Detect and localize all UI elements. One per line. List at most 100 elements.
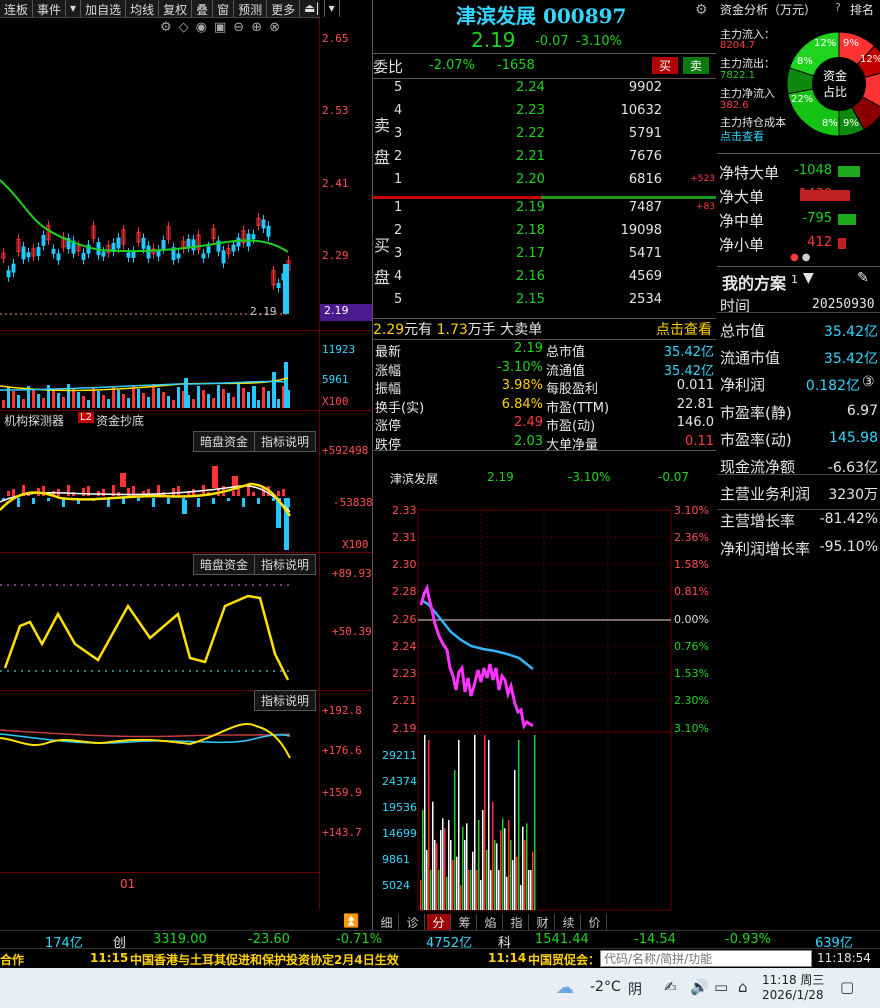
sell-row-0[interactable]: 5 2.24 9902 [390,80,715,103]
toolbar-item-4[interactable]: 均线 [126,0,160,17]
volume-icon[interactable]: 🔊 [690,978,709,996]
taskbar-time[interactable]: 11:18 周三 [762,971,824,988]
volume-bar [212,398,215,408]
plan-label-2: 净利润 [720,376,766,395]
id-vol-bar [444,828,446,910]
buy-label-2: 盘 [374,268,391,287]
indicator-explain-button-1[interactable]: 指标说明 [254,431,317,452]
dark-fund-button-1[interactable]: 暗盘资金 [193,431,256,452]
stat-right-value-4: 146.0 [676,415,714,430]
sell-level: 1 [394,172,403,187]
buy-row-1[interactable]: 2 2.18 19098 [390,223,715,246]
weather-temp[interactable]: -2°C [590,979,621,995]
sell-row-4[interactable]: 1 2.20 6816 +523 [390,172,715,195]
id-vol-bar [478,820,480,910]
gear-icon[interactable]: ⚙ [695,2,708,18]
net-flow-bar-3 [838,238,846,249]
volume-bar [117,390,120,408]
toolbar-item-6[interactable]: 叠 [192,0,214,17]
volume-bar [167,396,170,408]
toolbar-item-2[interactable]: ▾ [66,0,82,17]
ticker-news-1[interactable]: 中国香港与土耳其促进和保护投资协定2月4日生效 [130,951,399,968]
pie-center-label: 资金 占比 [823,68,847,100]
buy-row-2[interactable]: 3 2.17 5471 [390,246,715,269]
dropdown-icon[interactable]: ▼ [803,270,814,286]
network-icon[interactable]: ▭ [714,978,728,996]
toolbar-item-7[interactable]: 窗 [213,0,235,17]
buy-button[interactable]: 买 [652,57,678,74]
quote-header: 津滨发展 000897 ⚙ 2.19 -0.07 -3.10% [373,0,716,52]
stat-right-label-4: 市盈(动) [546,419,596,434]
search-input[interactable] [600,950,812,967]
plan-value-2: 0.182亿 [805,378,860,395]
volume-bar [37,394,40,408]
plan-value-1: 35.42亿 [823,351,878,368]
ticker-news-2[interactable]: 中国贸促会： [528,951,600,968]
indicator-explain-button-2[interactable]: 指标说明 [254,554,317,575]
id-vol-bar [432,801,434,910]
volume-bar [197,386,200,408]
toolbar-item-0[interactable]: 连板 [0,0,34,17]
toolbar-item-10[interactable]: ⏏| [300,0,325,17]
fund-title: 资金分析（万元） [720,3,817,17]
cost-link[interactable]: 点击查看 [720,128,764,144]
taskbar-date[interactable]: 2026/1/28 [762,988,824,1002]
sell-row-3[interactable]: 2 2.21 7676 [390,149,715,172]
id-vol-bar [434,840,436,910]
kline-axis-2: 2.41 [322,177,349,190]
tray-pen-icon[interactable]: ✍ [664,978,677,996]
pager-dots[interactable]: ●● [790,252,813,263]
id-vol-bar [456,856,458,910]
sell-row-2[interactable]: 3 2.22 5791 [390,126,715,149]
id-right-axis-8: 3.10% [674,722,709,735]
sell-row-1[interactable]: 4 2.23 10632 [390,103,715,126]
plan-title[interactable]: 我的方案 [722,270,786,294]
notification-icon[interactable]: ▢ [840,978,854,996]
outflow-label: 主力流出： [720,57,775,70]
help-icon[interactable]: ? [835,1,841,14]
id-right-axis-4: 0.00% [674,613,709,626]
big-order-link[interactable]: 点击查看 [656,319,712,339]
id-vol-bar [442,818,444,910]
plan-value-4: 145.98 [829,429,878,446]
plan-value-7: -81.42% [819,511,878,528]
plan-extra-2[interactable]: ③ [862,374,875,390]
toolbar-item-5[interactable]: 复权 [159,0,193,17]
tray-extra-icon[interactable]: ⌂ [738,978,748,996]
toolbar-item-11[interactable]: ▾ [325,0,340,17]
toolbar-item-1[interactable]: 事件 [33,0,67,17]
candle [141,237,146,249]
id-vol-bar [472,851,474,910]
weather-desc[interactable]: 阴 [628,979,642,999]
scroll-top-icon[interactable]: ⏫ [343,914,359,929]
stat-left-label-3: 换手(实) [375,400,425,416]
id-left-axis-4: 2.26 [392,613,417,626]
buy-row-0[interactable]: 1 2.19 7487 +83 [390,200,715,223]
buy-delta: +83 [696,202,715,212]
ticker-left[interactable]: 合作 [0,951,24,968]
cloud-icon[interactable]: ☁ [556,977,574,998]
fund-rank[interactable]: 排名 [850,1,874,18]
id-vol-bar [440,830,442,910]
tab-institution-detector[interactable]: 机构探测器 [4,412,64,429]
toolbar-item-9[interactable]: 更多 [267,0,301,17]
net-flow-bar-1 [800,190,850,201]
tab-bottom-fishing[interactable]: 资金抄底 [96,412,144,429]
buy-level: 1 [394,200,403,215]
dark-fund-button-2[interactable]: 暗盘资金 [193,554,256,575]
indicator-explain-button-3[interactable]: 指标说明 [254,690,317,711]
toolbar-item-8[interactable]: 预测 [234,0,268,17]
buy-row-4[interactable]: 5 2.15 2534 [390,292,715,315]
stat-left-label-1: 涨幅 [375,363,402,379]
net-inflow-label: 主力净流入 [720,87,775,100]
fund-bar [282,489,285,496]
fund-bar [232,491,235,496]
buy-row-3[interactable]: 4 2.16 4569 [390,269,715,292]
plan-value-3: 6.97 [846,402,878,419]
toolbar-item-3[interactable]: 加自选 [81,0,127,17]
last-price-tag: 2.19 [320,304,372,321]
id-vol-bar [484,735,486,910]
sell-button[interactable]: 卖 [683,57,709,74]
id-vol-bar [496,843,498,910]
edit-icon[interactable]: ✎ [857,270,869,286]
